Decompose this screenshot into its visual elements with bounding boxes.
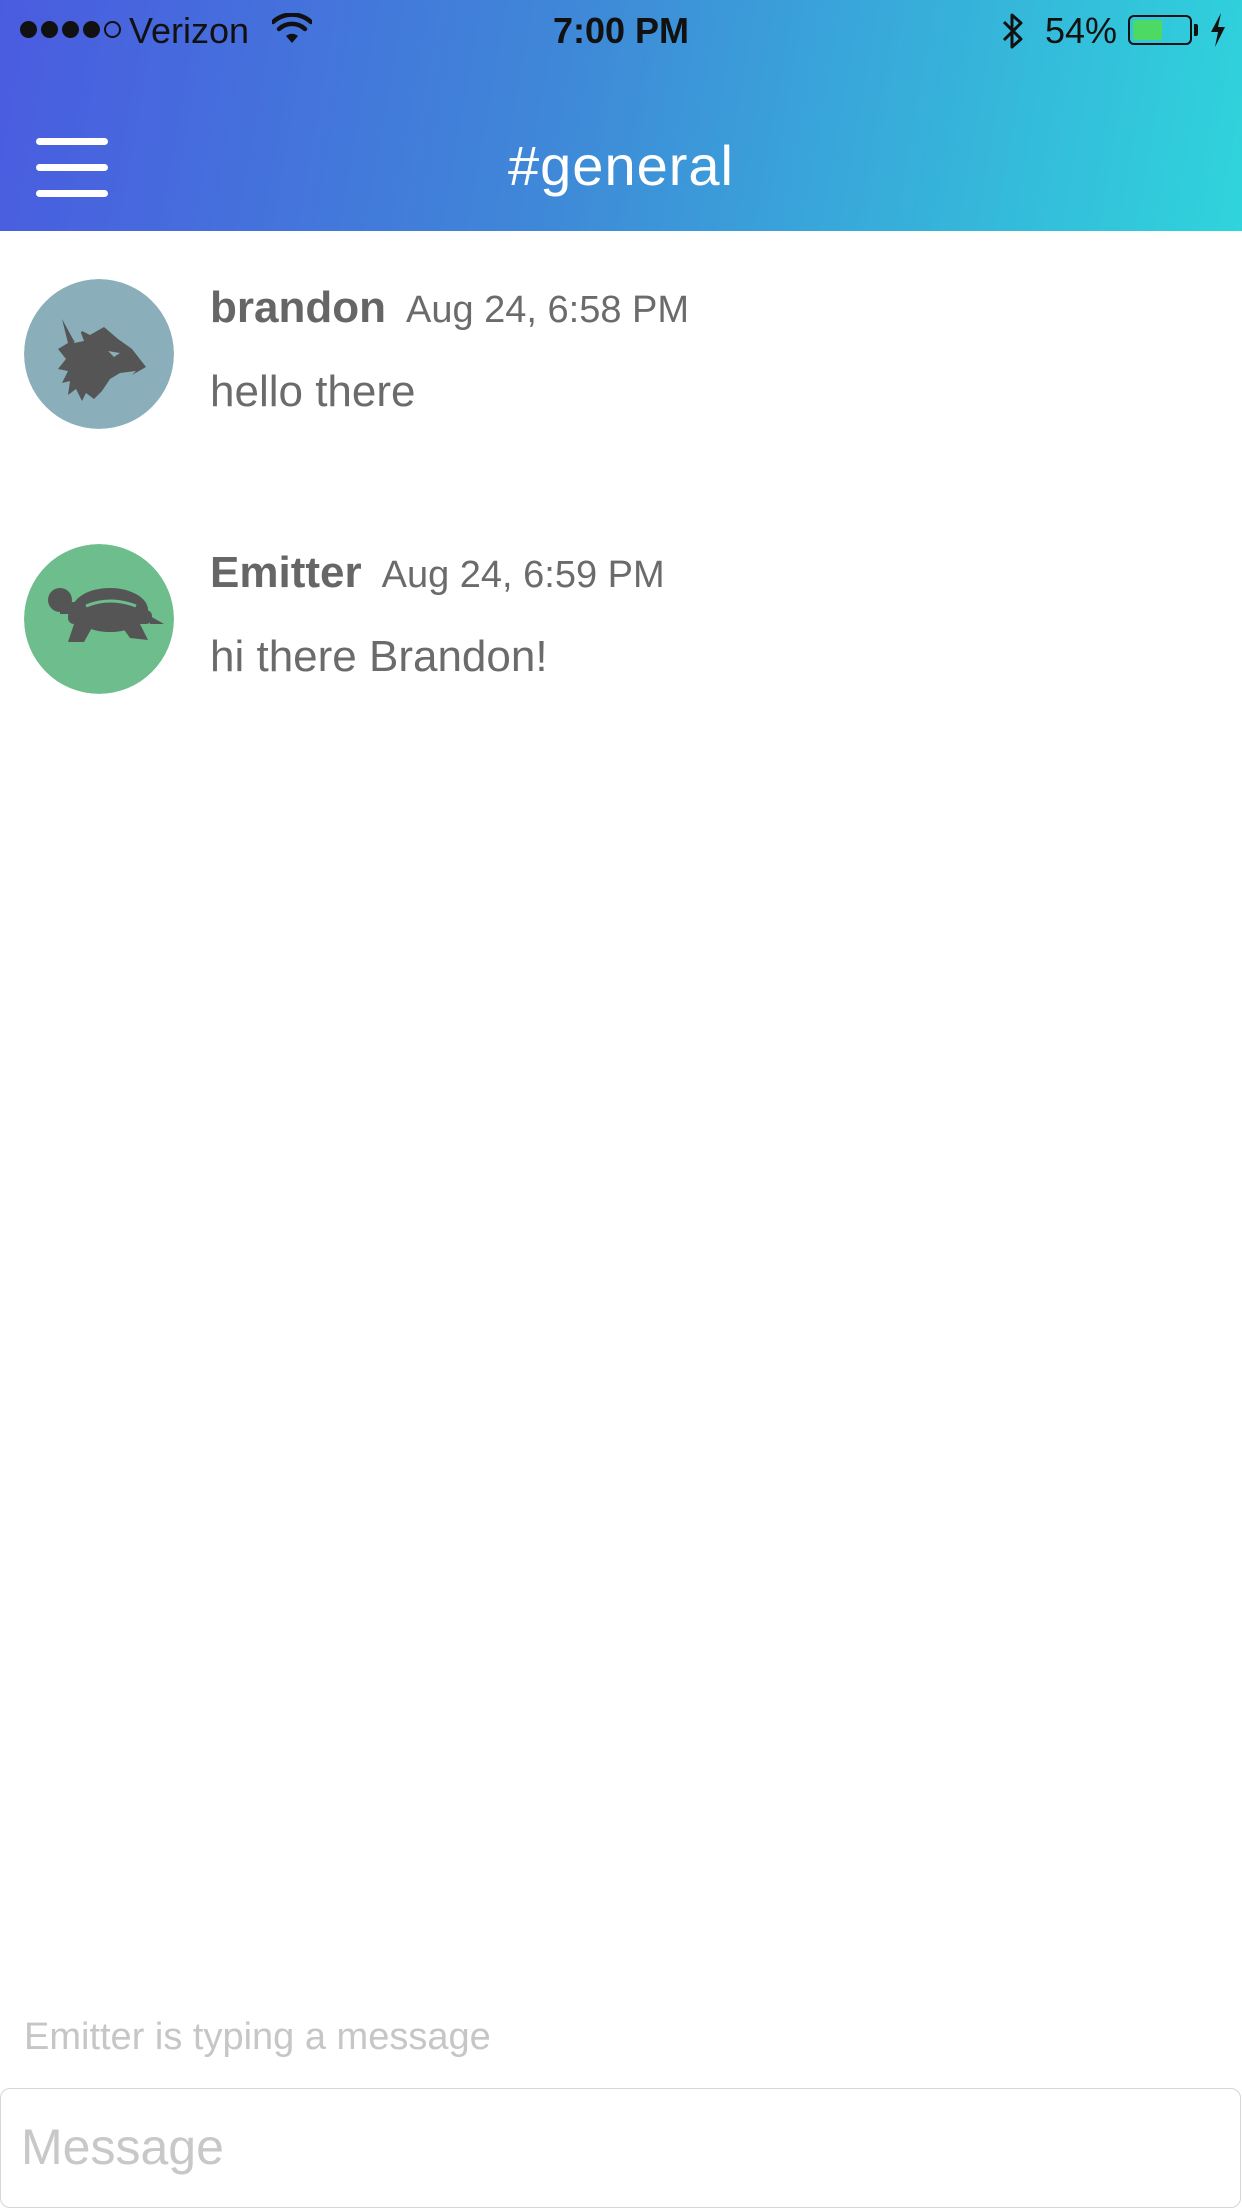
message-list[interactable]: brandon Aug 24, 6:58 PM hello there Emit…: [0, 231, 1242, 2011]
message-item[interactable]: Emitter Aug 24, 6:59 PM hi there Brandon!: [0, 496, 1242, 696]
wolf-avatar-icon[interactable]: [24, 279, 174, 429]
battery-level-fill: [1133, 20, 1162, 40]
battery-nub: [1194, 24, 1198, 36]
bluetooth-icon: [1002, 13, 1023, 49]
battery-icon: [1128, 15, 1192, 45]
message-header: Emitter Aug 24, 6:59 PM: [210, 548, 665, 598]
message-author[interactable]: brandon: [210, 283, 386, 332]
channel-title: #general: [508, 134, 734, 197]
message-text: hello there: [210, 367, 416, 416]
message-timestamp: Aug 24, 6:58 PM: [405, 289, 690, 331]
channel-header: Verizon 7:00 PM 54% #general: [0, 0, 1242, 231]
message-header: brandon Aug 24, 6:58 PM: [210, 283, 689, 333]
status-bar: Verizon 7:00 PM 54%: [0, 0, 1242, 62]
charging-bolt-icon: [1211, 13, 1225, 47]
message-item[interactable]: brandon Aug 24, 6:58 PM hello there: [0, 231, 1242, 431]
chat-screen: Verizon 7:00 PM 54% #general brandon Aug…: [0, 0, 1242, 2208]
message-timestamp: Aug 24, 6:59 PM: [381, 554, 665, 596]
battery-percent: 54%: [1045, 10, 1118, 51]
turtle-avatar-icon[interactable]: [24, 544, 174, 694]
message-input[interactable]: [21, 2107, 1211, 2187]
message-author[interactable]: Emitter: [210, 548, 362, 597]
typing-indicator: Emitter is typing a message: [24, 2016, 491, 2058]
message-text: hi there Brandon!: [210, 632, 548, 681]
message-composer[interactable]: [0, 2088, 1241, 2208]
